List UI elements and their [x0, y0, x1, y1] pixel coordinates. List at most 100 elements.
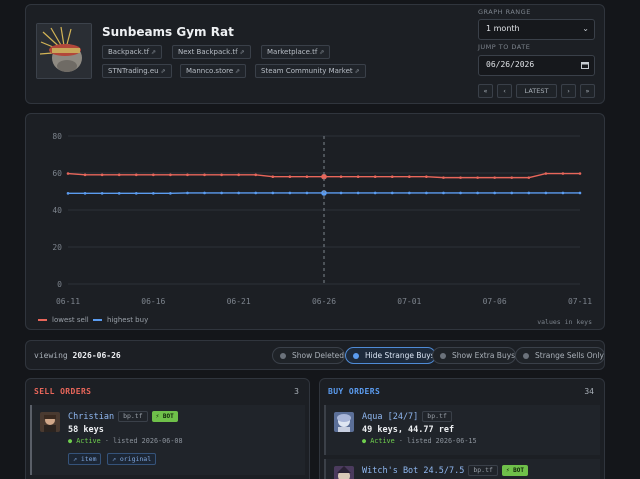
toggle-show-extra-buys[interactable]: Show Extra Buys [432, 347, 517, 364]
jump-to-date-label: JUMP TO DATE [478, 43, 531, 51]
link-mannco-store[interactable]: Mannco.store ⇗ [180, 64, 247, 78]
highest-buy-point [169, 192, 172, 195]
highest-buy-point [305, 191, 309, 195]
original-link-button[interactable]: ⇗ original [107, 453, 157, 465]
external-link-icon: ⇗ [239, 49, 245, 56]
source-tag: bp.tf [468, 465, 498, 476]
nav-last-button[interactable]: » [580, 84, 595, 98]
buy-orders-heading: BUY ORDERS [328, 387, 381, 396]
jump-to-date-input[interactable]: 06/26/2026 [478, 55, 595, 76]
highest-buy-point [510, 191, 514, 195]
lowest-sell-point [408, 175, 411, 178]
x-tick-label: 06-11 [56, 297, 80, 306]
highest-buy-point [544, 191, 548, 195]
toggle-dot-icon [353, 352, 359, 359]
sell-orders-heading: SELL ORDERS [34, 387, 92, 396]
viewing-date: viewing 2026-06-26 [34, 351, 121, 360]
external-link-icon: ⇗ [354, 68, 360, 75]
y-tick-label: 60 [52, 169, 62, 178]
list-item[interactable]: Witch's Bot 24.5/7.5 bp.tf ⚡ BOT [324, 459, 600, 479]
price-history-chart[interactable]: 0 20 40 60 80 06-11 06-16 06-21 06-26 07-01 07-06… [26, 114, 606, 331]
x-tick-label: 06-16 [141, 297, 165, 306]
lowest-sell-point [254, 173, 258, 177]
nav-prev-button[interactable]: ‹ [497, 84, 512, 98]
lowest-sell-point [425, 175, 428, 178]
avatar [334, 412, 354, 432]
item-link-button[interactable]: ⇗ item [68, 453, 102, 465]
external-link-icon: ⇗ [235, 68, 241, 75]
highest-buy-point [476, 191, 479, 195]
lowest-sell-point [493, 176, 496, 179]
link-backpack-tf[interactable]: Backpack.tf ⇗ [102, 45, 163, 59]
lowest-sell-point [305, 175, 309, 178]
avatar [40, 412, 60, 432]
highest-buy-point [578, 191, 582, 195]
x-tick-label: 07-06 [483, 297, 507, 306]
trader-name[interactable]: Aqua [24/7] bp.tf [362, 411, 452, 422]
lowest-sell-point [561, 172, 565, 175]
x-tick-label: 06-21 [227, 297, 251, 306]
graph-range-select[interactable]: 1 month ⌄ [478, 19, 595, 40]
x-tick-label: 07-11 [568, 297, 592, 306]
source-tag: bp.tf [422, 411, 452, 422]
y-tick-label: 40 [52, 206, 62, 215]
nav-next-button[interactable]: › [561, 84, 576, 98]
lowest-sell-point [476, 176, 479, 179]
highest-buy-point [288, 191, 292, 195]
toggle-show-deleted[interactable]: Show Deleted [272, 347, 346, 364]
chevron-down-icon: ⌄ [582, 24, 589, 33]
lowest-sell-point [117, 173, 121, 177]
highest-buy-point [390, 191, 394, 195]
highest-buy-point [83, 192, 87, 195]
lowest-sell-point [186, 173, 189, 177]
item-title: Sunbeams Gym Rat [102, 25, 234, 39]
avatar [334, 466, 354, 479]
lowest-sell-point [169, 173, 172, 177]
item-header: Sunbeams Gym Rat Backpack.tf ⇗ Next Backp… [25, 4, 605, 104]
highest-buy-point [100, 192, 104, 195]
order-price: 58 keys [68, 425, 104, 435]
link-marketplace-tf[interactable]: Marketplace.tf ⇗ [261, 45, 331, 59]
graph-range-label: GRAPH RANGE [478, 8, 531, 16]
item-thumbnail [36, 23, 92, 79]
highest-buy-point [425, 191, 428, 195]
lowest-sell-point [100, 173, 104, 177]
lowest-sell-point [459, 176, 462, 179]
toggle-dot-icon [523, 352, 529, 359]
link-next-backpack-tf[interactable]: Next Backpack.tf ⇗ [172, 45, 251, 59]
lowest-sell-point [220, 173, 223, 177]
nav-first-button[interactable]: « [478, 84, 493, 98]
lowest-sell-point [134, 173, 138, 177]
lowest-sell-point [203, 173, 206, 177]
trader-name[interactable]: Christian bp.tf ⚡ BOT [68, 411, 178, 422]
highest-buy-point [527, 191, 531, 195]
link-steam-community-market[interactable]: Steam Community Market ⇗ [255, 64, 366, 78]
filter-bar: viewing 2026-06-26 Show Deleted Hide Str… [25, 340, 605, 370]
highest-buy-point [203, 191, 206, 195]
external-link-icon: ⇗ [160, 68, 166, 75]
list-item[interactable]: Christian bp.tf ⚡ BOT 58 keys ● Active · l… [30, 405, 305, 475]
toggle-hide-strange-buys[interactable]: Hide Strange Buys [345, 347, 436, 364]
lowest-sell-point [237, 173, 240, 177]
x-tick-label: 07-01 [397, 297, 421, 306]
highest-buy-point [356, 191, 360, 195]
lowest-sell-point [152, 173, 155, 177]
order-price: 49 keys, 44.77 ref [362, 425, 455, 435]
toggle-strange-sells-only[interactable]: Strange Sells Only [515, 347, 605, 364]
link-stntrading-eu[interactable]: STNTrading.eu ⇗ [102, 64, 172, 78]
y-tick-label: 80 [52, 132, 62, 141]
lowest-sell-point [442, 176, 445, 179]
units-note: values in keys [537, 318, 592, 326]
list-item[interactable]: Aqua [24/7] bp.tf 49 keys, 44.77 ref ● Ac… [324, 405, 600, 455]
trader-name[interactable]: Witch's Bot 24.5/7.5 bp.tf ⚡ BOT [362, 465, 528, 476]
nav-latest-button[interactable]: LATEST [516, 84, 557, 98]
lowest-sell-point [544, 172, 548, 175]
highest-buy-point [186, 191, 189, 195]
highest-buy-point [254, 191, 258, 195]
legend-highest-buy: highest buy [93, 316, 148, 324]
lowest-sell-point [288, 175, 292, 178]
lowest-sell-point [356, 175, 360, 178]
bot-badge: ⚡ BOT [501, 465, 528, 476]
calendar-icon [581, 56, 589, 76]
highest-buy-point [561, 191, 565, 195]
